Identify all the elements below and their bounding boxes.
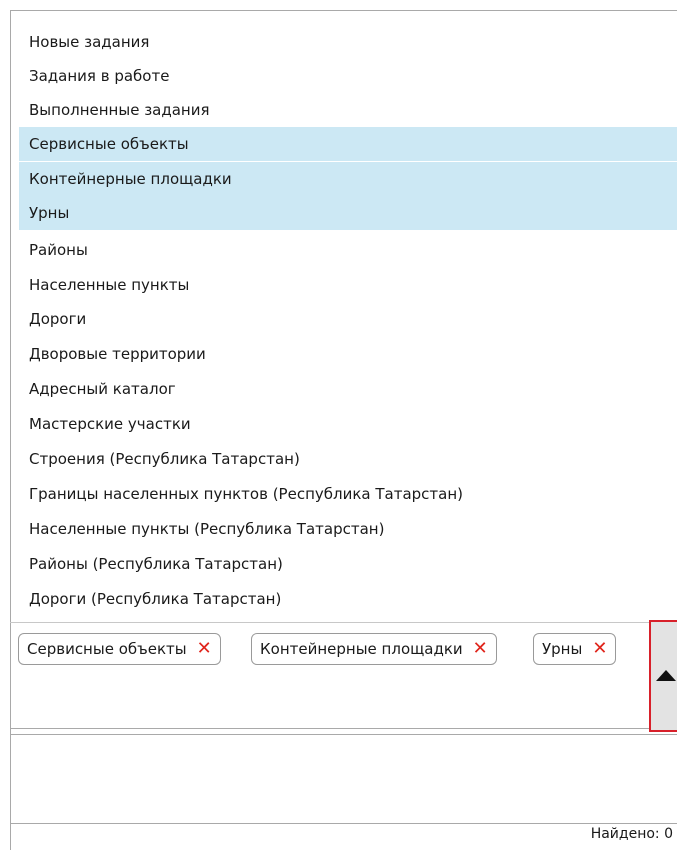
tag-chip: Сервисные объекты ✕ [18,633,221,665]
dropdown-option[interactable]: Районы (Республика Татарстан) [19,547,677,581]
tag-label: Контейнерные площадки [260,640,463,658]
found-count-label: Найдено: 0 [590,826,673,842]
dropdown-option[interactable]: Мастерские участки [19,407,677,441]
selected-tags-box[interactable]: Сервисные объекты ✕ Контейнерные площадки… [10,622,651,729]
dropdown-option[interactable]: Выполненные задания [19,93,677,127]
dropdown-option-selected[interactable]: Сервисные объекты [19,127,677,161]
dropdown-option[interactable]: Районы [19,233,677,267]
dropdown-option[interactable]: Адресный каталог [19,372,677,406]
dropdown-option-selected[interactable]: Урны [19,196,677,230]
tag-label: Урны [542,640,583,658]
triangle-up-icon [656,670,676,681]
close-icon[interactable]: ✕ [473,634,488,664]
close-icon[interactable]: ✕ [592,634,607,664]
tag-chip: Урны ✕ [533,633,617,665]
tag-label: Сервисные объекты [27,640,187,658]
tag-chip: Контейнерные площадки ✕ [251,633,497,665]
dropdown-option[interactable]: Дворовые территории [19,337,677,371]
dropdown-option[interactable]: Новые задания [19,25,677,59]
dropdown-option[interactable]: Дороги [19,302,677,336]
dropdown-option[interactable]: Населенные пункты (Республика Татарстан) [19,512,677,546]
dropdown-option[interactable]: Задания в работе [19,59,677,93]
collapse-dropdown-button[interactable] [649,620,677,732]
layer-dropdown-list: Новые задания Задания в работе Выполненн… [10,10,677,622]
dropdown-option-selected[interactable]: Контейнерные площадки [19,162,677,196]
close-icon[interactable]: ✕ [197,634,212,664]
dropdown-option[interactable]: Границы населенных пунктов (Республика Т… [19,477,677,511]
dropdown-option[interactable]: Строения (Республика Татарстан) [19,442,677,476]
text-area[interactable] [10,734,677,824]
dropdown-option[interactable]: Населенные пункты [19,268,677,302]
dropdown-option[interactable]: Дороги (Республика Татарстан) [19,582,677,616]
